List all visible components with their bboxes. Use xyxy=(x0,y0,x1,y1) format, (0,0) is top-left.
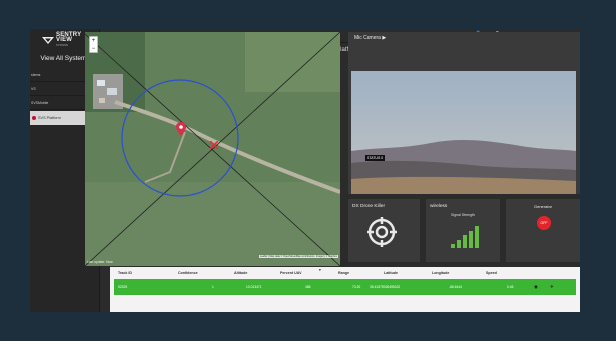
signal-bar xyxy=(469,230,473,248)
col-header-confidence[interactable]: Confidence xyxy=(178,271,198,275)
cell-speed: 0.46 xyxy=(507,285,514,289)
crosshair-icon[interactable] xyxy=(367,217,397,247)
sort-icon[interactable]: ▾ xyxy=(319,268,321,272)
camera-feed[interactable]: STATUS 0 xyxy=(351,71,576,194)
camera-status-label: STATUS 0 xyxy=(365,155,386,161)
col-header-latitude[interactable]: Latitude xyxy=(384,271,398,275)
cell-longitude: -86.6444 xyxy=(449,285,463,289)
wireless-widget: wireless Signal Strength xyxy=(426,199,500,262)
last-update-text: Last update: Now xyxy=(87,260,113,264)
table-row[interactable]: 52325 1 10.013471 486 73.20 35.415750264… xyxy=(114,279,576,295)
sidebar-group-label: SVSMobile xyxy=(31,101,49,105)
signal-strength-icon xyxy=(451,226,479,248)
zoom-control: + − xyxy=(89,36,98,53)
wireless-title: wireless xyxy=(430,204,448,209)
cell-percent-uav: 486 xyxy=(305,285,311,289)
generator-widget: Generator OFF xyxy=(506,199,580,262)
camera-panel: Mic Camera ▶ STATUS 0 xyxy=(348,32,580,194)
generator-title: Generator xyxy=(533,204,552,209)
track-table: Track ID Confidence Altitude Percent UAV… xyxy=(110,267,580,312)
signal-bar xyxy=(475,226,479,248)
camera-title[interactable]: Mic Camera ▶ xyxy=(354,35,386,41)
brand-sub: SYSTEMS xyxy=(56,44,68,47)
track-icon[interactable]: ✈ xyxy=(550,284,554,290)
cell-confidence: 1 xyxy=(212,285,214,289)
sidebar-group-label: VS xyxy=(31,87,36,91)
signal-bar xyxy=(457,239,461,248)
cell-latitude: 35.41575026455022 xyxy=(370,285,401,289)
cell-altitude: 10.013471 xyxy=(246,285,262,289)
brand-name: SENTRY VIEW xyxy=(56,32,81,43)
col-header-speed[interactable]: Speed xyxy=(486,271,497,275)
drone-target-icon[interactable] xyxy=(210,141,218,149)
view-icon[interactable]: ◉ xyxy=(534,284,538,290)
signal-bar xyxy=(451,244,455,248)
signal-strength-label: Signal Strength xyxy=(451,213,475,217)
col-header-range[interactable]: Range xyxy=(338,271,349,275)
status-dot-icon xyxy=(32,116,36,120)
map-imagery xyxy=(85,32,340,266)
sidebar-item-label: SVS Platform xyxy=(38,116,61,120)
cell-track-id: 52325 xyxy=(118,285,128,289)
camera-feed-image xyxy=(351,71,576,194)
drone-killer-title: DX Drone Killer xyxy=(352,204,386,209)
generator-toggle-button[interactable]: OFF xyxy=(537,216,551,230)
zoom-in-button[interactable]: + xyxy=(90,37,97,45)
map-marker-icon[interactable] xyxy=(176,122,186,136)
drone-killer-widget[interactable]: DX Drone Killer xyxy=(348,199,420,262)
logo-icon xyxy=(42,37,54,44)
map-attribution[interactable]: Leaflet | Map data © OpenStreetMap contr… xyxy=(258,255,338,258)
signal-bar xyxy=(463,235,467,248)
map-view[interactable]: + − Leaflet | Map data © OpenStreetMap c… xyxy=(85,32,340,266)
col-header-percent-uav[interactable]: Percent UAV xyxy=(280,271,302,275)
col-header-track-id[interactable]: Track ID xyxy=(118,271,132,275)
brand-line2: VIEW xyxy=(56,37,73,43)
sidebar-group-label: stems xyxy=(31,73,41,77)
cell-range: 73.20 xyxy=(352,285,361,289)
col-header-longitude[interactable]: Longitude xyxy=(432,271,449,275)
zoom-out-button[interactable]: − xyxy=(90,45,97,53)
col-header-altitude[interactable]: Altitude xyxy=(234,271,247,275)
